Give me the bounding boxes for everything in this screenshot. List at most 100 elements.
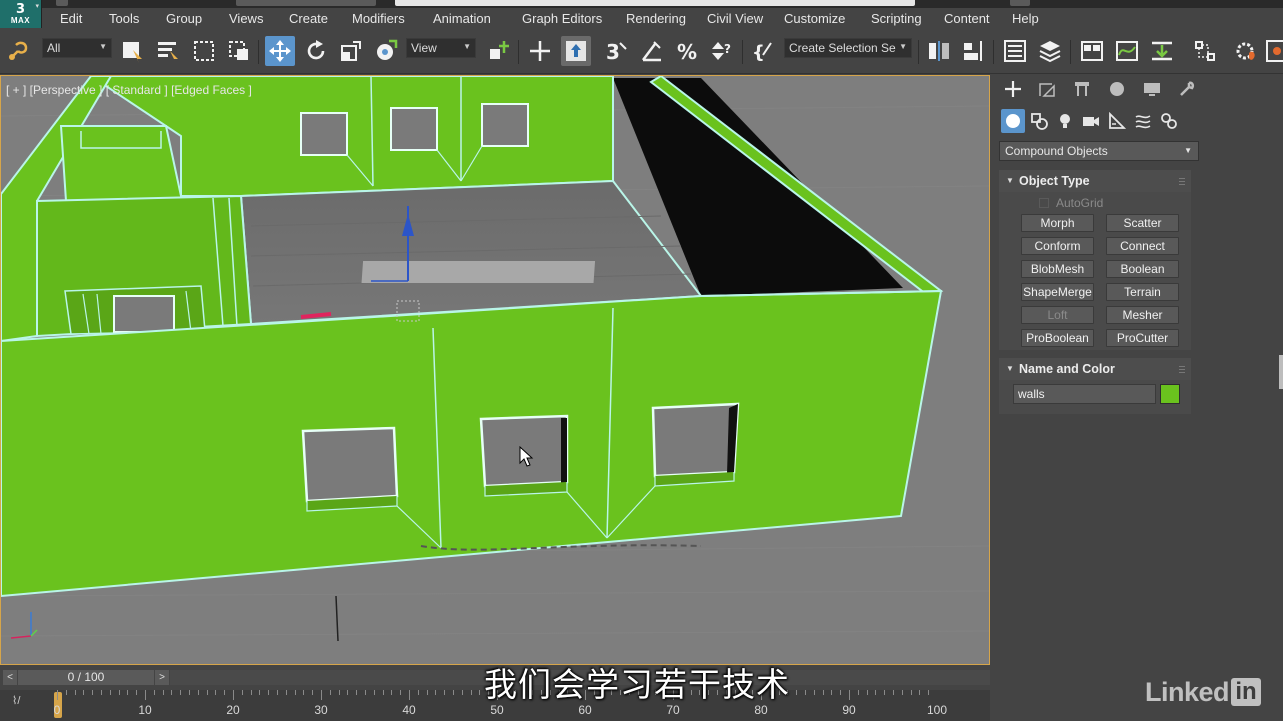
layer-manager-icon[interactable]: [1035, 36, 1065, 66]
render-frame-icon[interactable]: [1262, 36, 1283, 66]
select-and-place-icon[interactable]: [371, 36, 401, 66]
scene-render[interactable]: [1, 76, 990, 665]
edit-named-selection-sets-icon[interactable]: {: [748, 36, 778, 66]
frame-tick-mark: [197, 690, 199, 695]
object-name-field[interactable]: walls: [1013, 384, 1156, 404]
geometry-icon[interactable]: [1001, 109, 1025, 133]
object-category-dropdown[interactable]: Compound Objects ▼: [999, 141, 1199, 161]
snaps-toggle-icon[interactable]: 3: [602, 36, 632, 66]
cameras-icon[interactable]: [1079, 109, 1103, 133]
named-selection-dropdown[interactable]: Create Selection Se ▼: [784, 38, 912, 58]
next-frame-button[interactable]: >: [155, 670, 169, 685]
menu-edit[interactable]: Edit: [60, 11, 82, 26]
menu-civil-view[interactable]: Civil View: [707, 11, 763, 26]
use-pivot-center-icon[interactable]: [484, 36, 514, 66]
select-and-move-icon[interactable]: [265, 36, 295, 66]
terrain-button[interactable]: Terrain: [1106, 283, 1179, 301]
connect-button[interactable]: Connect: [1106, 237, 1179, 255]
menu-customize[interactable]: Customize: [784, 11, 845, 26]
viewport-label[interactable]: [ + ] [Perspective ] [ Standard ] [Edged…: [6, 83, 252, 97]
shapes-icon[interactable]: [1027, 109, 1051, 133]
create-tab-icon[interactable]: [1001, 78, 1025, 100]
workspace-field[interactable]: [236, 0, 376, 6]
display-tab-icon[interactable]: [1140, 78, 1164, 100]
scatter-button[interactable]: Scatter: [1106, 214, 1179, 232]
space-warps-icon[interactable]: [1131, 109, 1155, 133]
align-icon[interactable]: [958, 36, 988, 66]
mirror-icon[interactable]: [924, 36, 954, 66]
motion-tab-icon[interactable]: [1105, 78, 1129, 100]
select-and-manipulate-icon[interactable]: [525, 36, 555, 66]
select-and-scale-icon[interactable]: [336, 36, 366, 66]
frame-tick-mark: [417, 690, 419, 695]
app-menu-button[interactable]: 3 MAX ▾: [0, 0, 42, 28]
quick-access-button[interactable]: [56, 0, 68, 6]
material-editor-icon[interactable]: [1190, 36, 1220, 66]
name-and-color-header[interactable]: ▼ Name and Color: [999, 358, 1191, 380]
menu-rendering[interactable]: Rendering: [626, 11, 686, 26]
previous-frame-button[interactable]: <: [3, 670, 17, 685]
select-object-icon[interactable]: [117, 36, 147, 66]
object-type-header[interactable]: ▼ Object Type: [999, 170, 1191, 192]
toggle-ribbon-icon[interactable]: [1077, 36, 1107, 66]
perspective-viewport[interactable]: [ + ] [Perspective ] [ Standard ] [Edged…: [0, 75, 990, 665]
menu-bar: Edit Tools Group Views Create Modifiers …: [42, 8, 1283, 30]
percent-snap-icon[interactable]: %: [672, 36, 702, 66]
window-control[interactable]: [1010, 0, 1030, 6]
frame-tick-label: 0: [53, 703, 61, 717]
menu-scripting[interactable]: Scripting: [871, 11, 922, 26]
shapemerge-button[interactable]: ShapeMerge: [1021, 283, 1094, 301]
helpers-icon[interactable]: [1105, 109, 1129, 133]
frame-tick-mark: [74, 690, 76, 695]
morph-button[interactable]: Morph: [1021, 214, 1094, 232]
rectangular-selection-icon[interactable]: [189, 36, 219, 66]
select-and-rotate-icon[interactable]: [301, 36, 331, 66]
curve-editor-mini-icon[interactable]: ⌇/: [12, 694, 20, 707]
menu-create[interactable]: Create: [289, 11, 328, 26]
menu-group[interactable]: Group: [166, 11, 202, 26]
frame-tick-mark: [866, 690, 868, 695]
drag-grip-icon[interactable]: [1179, 176, 1185, 185]
menu-content[interactable]: Content: [944, 11, 990, 26]
chevron-down-icon: ▼: [899, 42, 907, 51]
select-by-name-icon[interactable]: [153, 36, 183, 66]
frame-tick-mark: [805, 690, 806, 695]
schematic-view-icon[interactable]: [1147, 36, 1177, 66]
procutter-button[interactable]: ProCutter: [1106, 329, 1179, 347]
boolean-button[interactable]: Boolean: [1106, 260, 1179, 278]
menu-graph-editors[interactable]: Graph Editors: [522, 11, 602, 26]
modify-tab-icon[interactable]: [1035, 78, 1059, 100]
frame-tick-mark: [444, 690, 446, 695]
drag-grip-icon[interactable]: [1179, 364, 1185, 373]
angle-snap-icon[interactable]: [637, 36, 667, 66]
proboolean-button[interactable]: ProBoolean: [1021, 329, 1094, 347]
spinner-snap-icon[interactable]: ?: [707, 36, 737, 66]
lights-icon[interactable]: [1053, 109, 1077, 133]
menu-help[interactable]: Help: [1012, 11, 1039, 26]
render-setup-icon[interactable]: [1232, 36, 1262, 66]
hierarchy-tab-icon[interactable]: [1070, 78, 1094, 100]
systems-icon[interactable]: [1157, 109, 1181, 133]
link-icon[interactable]: [3, 36, 33, 66]
frame-tick-mark: [241, 690, 243, 695]
menu-animation[interactable]: Animation: [433, 11, 491, 26]
conform-button[interactable]: Conform: [1021, 237, 1094, 255]
panel-scrollbar[interactable]: [1279, 355, 1283, 389]
loft-button[interactable]: Loft: [1021, 306, 1094, 324]
menu-views[interactable]: Views: [229, 11, 263, 26]
object-color-swatch[interactable]: [1160, 384, 1180, 404]
time-slider-thumb[interactable]: 0 / 100: [18, 670, 154, 685]
menu-modifiers[interactable]: Modifiers: [352, 11, 405, 26]
toolbar-divider: [918, 40, 919, 64]
utilities-tab-icon[interactable]: [1175, 78, 1199, 100]
window-crossing-icon[interactable]: [224, 36, 254, 66]
curve-editor-icon[interactable]: [1112, 36, 1142, 66]
selection-filter-dropdown[interactable]: All ▼: [42, 38, 112, 58]
keyboard-shortcut-override-icon[interactable]: [561, 36, 591, 66]
reference-coordinate-dropdown[interactable]: View ▼: [406, 38, 476, 58]
autogrid-checkbox[interactable]: [1039, 198, 1049, 208]
menu-tools[interactable]: Tools: [109, 11, 139, 26]
scene-explorer-icon[interactable]: [1000, 36, 1030, 66]
mesher-button[interactable]: Mesher: [1106, 306, 1179, 324]
blobmesh-button[interactable]: BlobMesh: [1021, 260, 1094, 278]
